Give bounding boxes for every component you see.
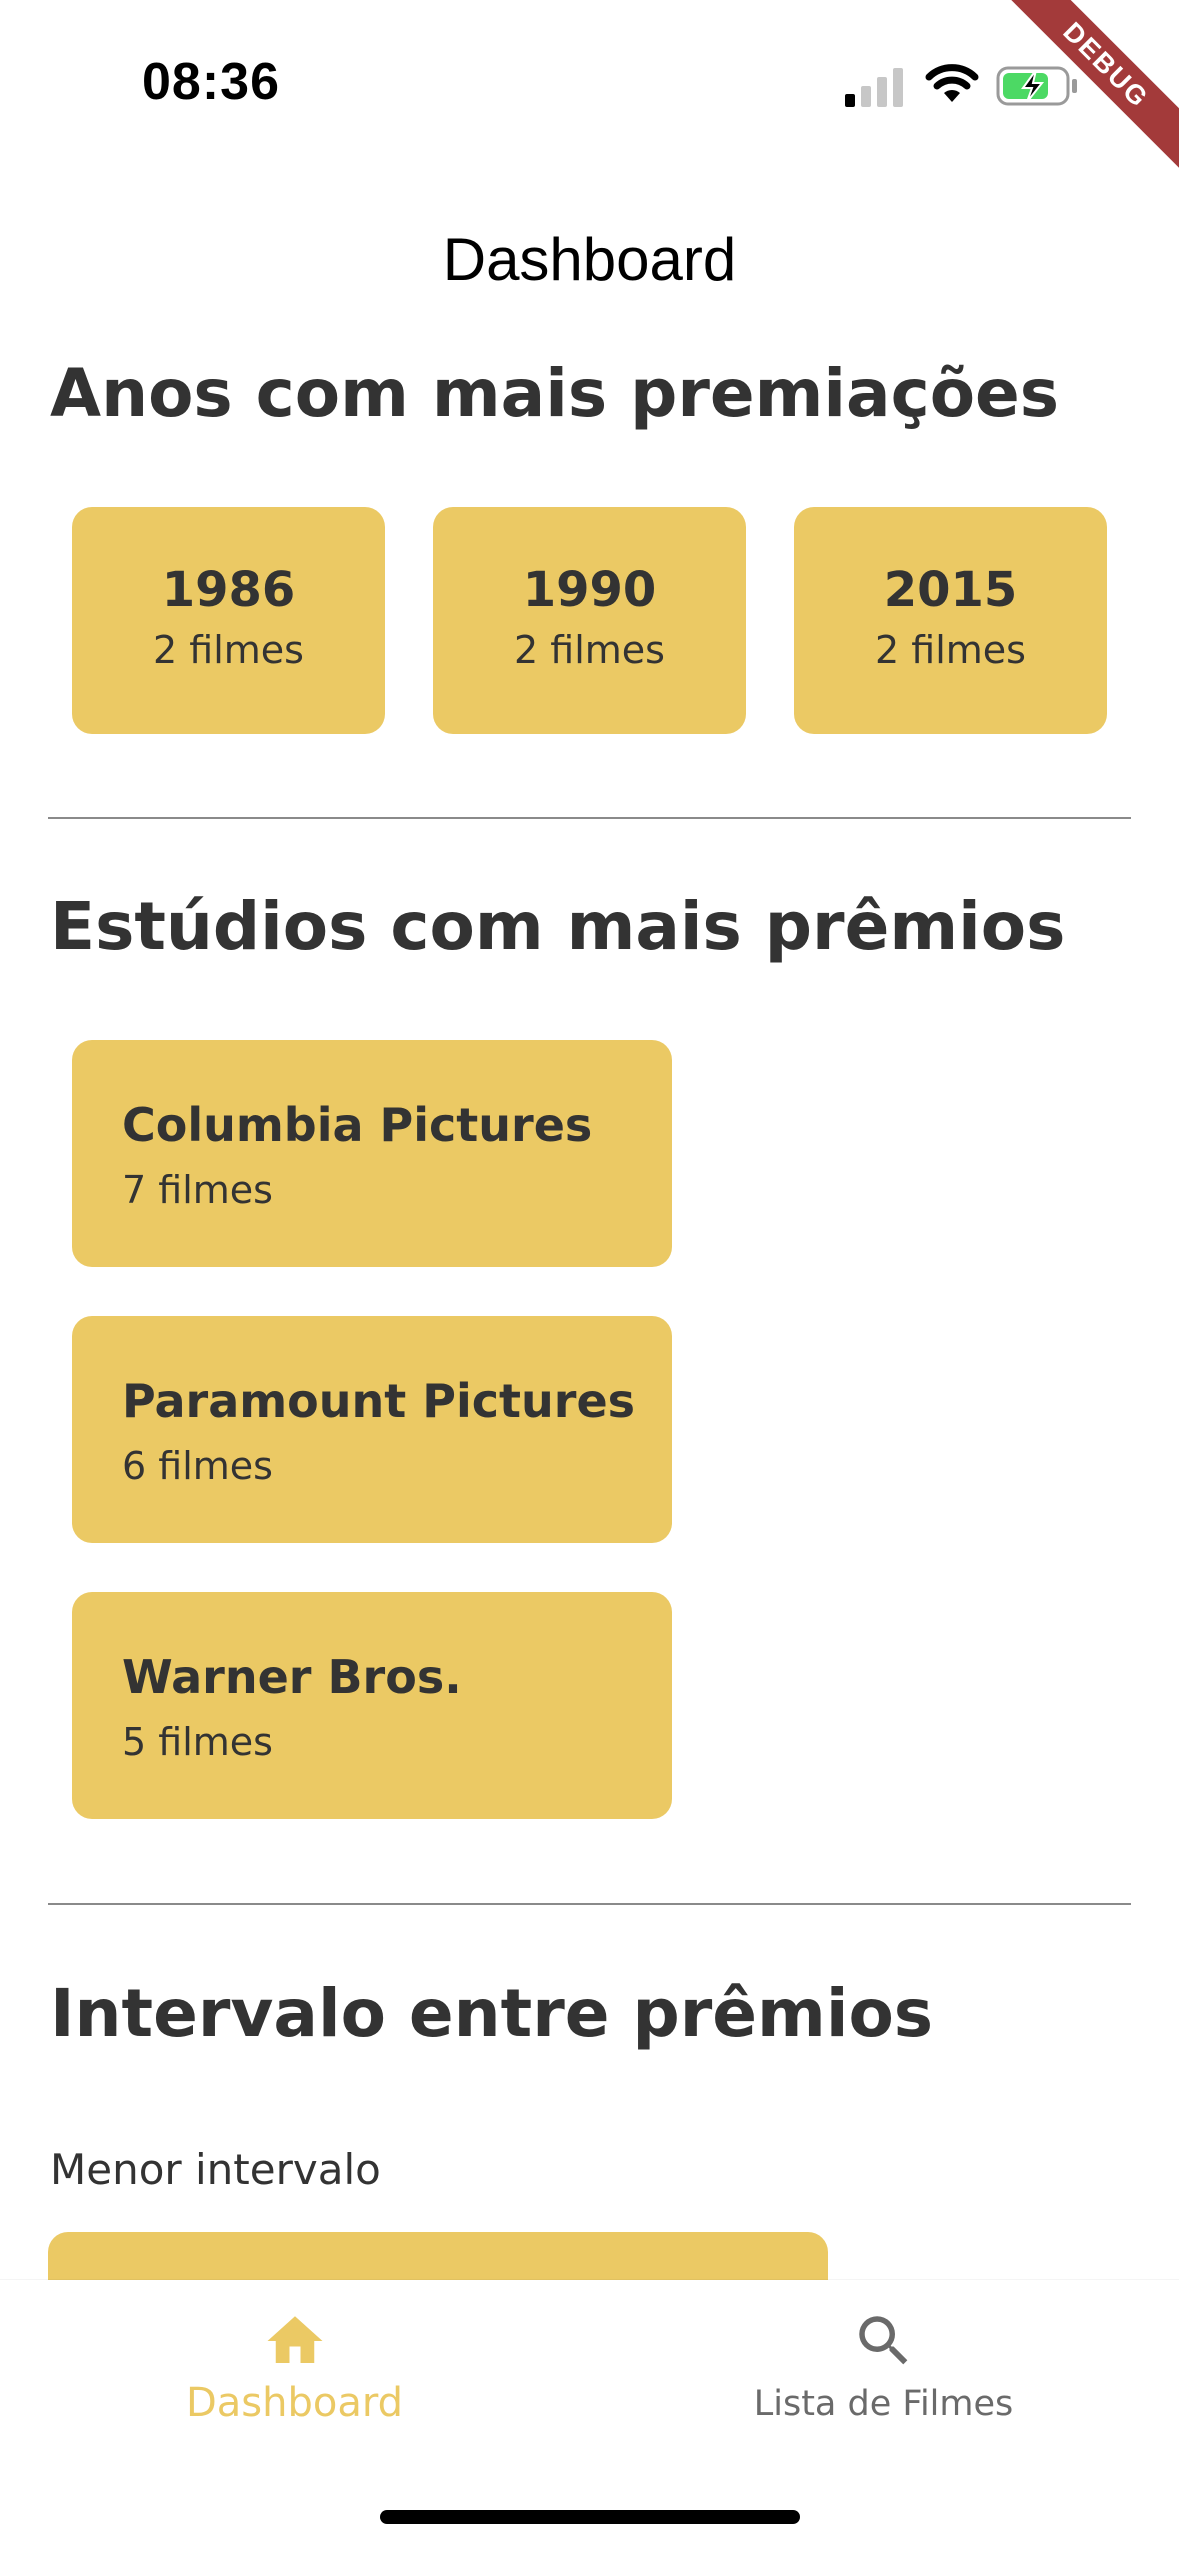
- year-value: 1986: [161, 562, 296, 618]
- home-icon: [267, 2316, 323, 2363]
- studio-card: Paramount Pictures 6 filmes: [72, 1316, 672, 1543]
- studio-film-count: 5 filmes: [122, 1720, 273, 1764]
- year-film-count: 2 filmes: [875, 628, 1026, 672]
- studio-card: Columbia Pictures 7 filmes: [72, 1040, 672, 1267]
- home-indicator[interactable]: [380, 2510, 800, 2524]
- studio-card: Warner Bros. 5 filmes: [72, 1592, 672, 1819]
- cellular-signal-icon: [845, 68, 903, 107]
- studios-section-title: Estúdios com mais prêmios: [50, 888, 1066, 965]
- studio-name: Columbia Pictures: [122, 1098, 593, 1152]
- section-divider: [48, 1903, 1131, 1905]
- year-value: 2015: [883, 562, 1018, 618]
- debug-banner: DEBUG: [999, 0, 1179, 180]
- year-card: 2015 2 filmes: [794, 507, 1107, 734]
- nav-label-film-list: Lista de Filmes: [753, 2384, 1014, 2424]
- section-divider: [48, 817, 1131, 819]
- year-film-count: 2 filmes: [153, 628, 304, 672]
- interval-section-title: Intervalo entre prêmios: [50, 1975, 934, 2052]
- studio-name: Paramount Pictures: [122, 1374, 636, 1428]
- wifi-icon: [925, 64, 979, 102]
- nav-label-dashboard: Dashboard: [185, 2380, 403, 2426]
- nav-item-dashboard[interactable]: Dashboard: [0, 2280, 589, 2480]
- min-interval-label: Menor intervalo: [50, 2145, 381, 2194]
- page-title: Dashboard: [442, 226, 737, 293]
- year-film-count: 2 filmes: [514, 628, 665, 672]
- search-icon: [859, 2316, 908, 2365]
- studio-film-count: 6 filmes: [122, 1444, 273, 1488]
- debug-banner-label: DEBUG: [999, 0, 1179, 176]
- years-section-title: Anos com mais premiações: [50, 355, 1060, 432]
- year-card: 1986 2 filmes: [72, 507, 385, 734]
- studio-name: Warner Bros.: [122, 1650, 462, 1704]
- studio-film-count: 7 filmes: [122, 1168, 273, 1212]
- status-time: 08:36: [142, 53, 280, 111]
- nav-item-film-list[interactable]: Lista de Filmes: [589, 2280, 1178, 2480]
- year-value: 1990: [522, 562, 657, 618]
- year-card: 1990 2 filmes: [433, 507, 746, 734]
